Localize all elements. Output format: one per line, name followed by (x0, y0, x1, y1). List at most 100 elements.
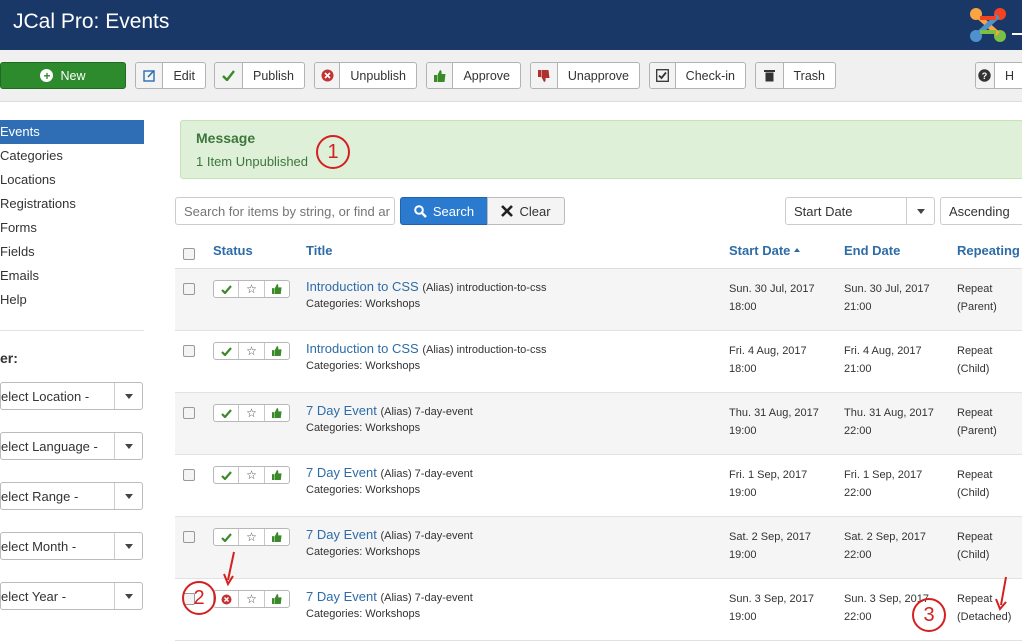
publish-toggle[interactable] (214, 343, 240, 359)
sidebar-item-registrations[interactable]: Registrations (0, 192, 144, 216)
range-filter-value: elect Range - (1, 489, 79, 504)
row-checkbox[interactable] (183, 469, 195, 481)
range-filter[interactable]: elect Range - (0, 482, 143, 510)
publish-label: Publish (253, 68, 294, 83)
end-date-column-header[interactable]: End Date (844, 243, 900, 258)
row-checkbox[interactable] (183, 283, 195, 295)
sort-field-select[interactable]: Start Date (785, 197, 935, 225)
featured-toggle[interactable]: ☆ (239, 343, 265, 359)
publish-toggle[interactable] (214, 405, 240, 421)
month-filter[interactable]: elect Month - (0, 532, 143, 560)
sidebar-item-events[interactable]: Events (0, 120, 144, 144)
approve-toggle[interactable] (265, 591, 289, 607)
repeat-label: Repeat (957, 407, 993, 419)
event-title-link[interactable]: 7 Day Event (306, 403, 377, 418)
select-all-checkbox[interactable] (183, 248, 195, 260)
event-title-link[interactable]: Introduction to CSS (306, 279, 419, 294)
row-checkbox[interactable] (183, 407, 195, 419)
chevron-down-icon (114, 483, 142, 509)
language-filter[interactable]: elect Language - (0, 432, 143, 460)
sidebar-divider (0, 330, 144, 331)
edit-button[interactable]: Edit (135, 62, 206, 89)
approve-button[interactable]: Approve (426, 62, 521, 89)
unapprove-button[interactable]: Unapprove (530, 62, 640, 89)
approve-toggle[interactable] (265, 281, 289, 297)
start-date: Sat. 2 Sep, 2017 (729, 531, 811, 543)
unpublish-label: Unpublish (350, 68, 406, 83)
table-row: ☆ Introduction to CSS (Alias) introductio… (175, 269, 1022, 331)
sidebar-item-help[interactable]: Help (0, 288, 144, 312)
approve-toggle[interactable] (265, 405, 289, 421)
thumbs-up-icon (271, 408, 282, 418)
title-column-header[interactable]: Title (306, 243, 333, 258)
end-date: Sat. 2 Sep, 2017 (844, 531, 926, 543)
approve-toggle[interactable] (265, 529, 289, 545)
sort-asc-icon (794, 248, 801, 252)
repeating-cell: Repeat (Parent) (957, 404, 997, 440)
annotation-arrow-3-icon (995, 576, 1007, 611)
sidebar-item-locations[interactable]: Locations (0, 168, 144, 192)
row-checkbox[interactable] (183, 345, 195, 357)
event-title-link[interactable]: 7 Day Event (306, 465, 377, 480)
annotation-marker-3: 3 (912, 598, 946, 632)
start-time: 19:00 (729, 425, 757, 437)
trash-button[interactable]: Trash (755, 62, 836, 89)
row-checkbox[interactable] (183, 531, 195, 543)
event-title-link[interactable]: 7 Day Event (306, 589, 377, 604)
featured-toggle[interactable]: ☆ (239, 281, 265, 297)
table-row: ☆ 7 Day Event (Alias) 7-day-event Categori… (175, 517, 1022, 579)
event-title-link[interactable]: Introduction to CSS (306, 341, 419, 356)
help-button[interactable]: ? H (975, 62, 1022, 89)
event-category: Categories: Workshops (306, 298, 421, 310)
system-message: Message 1 Item Unpublished (180, 120, 1022, 179)
sidebar-item-emails[interactable]: Emails (0, 264, 144, 288)
event-category: Categories: Workshops (306, 546, 421, 558)
featured-toggle[interactable]: ☆ (239, 591, 265, 607)
published-check-icon (220, 532, 232, 542)
repeating-cell: Repeat (Parent) (957, 280, 997, 316)
repeat-label: Repeat (957, 345, 993, 357)
unapprove-label: Unapprove (567, 68, 629, 83)
sidebar-item-categories[interactable]: Categories (0, 144, 144, 168)
sort-direction-select[interactable]: Ascending (940, 197, 1022, 225)
start-date: Fri. 4 Aug, 2017 (729, 345, 807, 357)
featured-toggle[interactable]: ☆ (239, 467, 265, 483)
year-filter[interactable]: elect Year - (0, 582, 143, 610)
search-button[interactable]: Search (400, 197, 488, 225)
event-alias: (Alias) introduction-to-css (422, 344, 547, 356)
check-in-button[interactable]: Check-in (649, 62, 746, 89)
approve-toggle[interactable] (265, 343, 289, 359)
end-date-cell: Sun. 30 Jul, 2017 21:00 (844, 280, 930, 316)
repeat-label: Repeat (957, 469, 993, 481)
event-title-link[interactable]: 7 Day Event (306, 527, 377, 542)
table-row: ☆ 7 Day Event (Alias) 7-day-event Categori… (175, 455, 1022, 517)
search-input[interactable] (175, 197, 395, 225)
published-check-icon (220, 346, 232, 356)
start-date-column-header[interactable]: Start Date (729, 243, 801, 258)
unpublish-button[interactable]: Unpublish (314, 62, 417, 89)
end-time: 22:00 (844, 487, 872, 499)
publish-toggle[interactable] (214, 467, 240, 483)
publish-button[interactable]: Publish (214, 62, 305, 89)
publish-toggle[interactable] (214, 591, 240, 607)
checkbox-icon (650, 63, 676, 88)
featured-toggle[interactable]: ☆ (239, 529, 265, 545)
publish-toggle[interactable] (214, 529, 240, 545)
repeating-column-header[interactable]: Repeating (957, 243, 1020, 258)
sidebar-item-forms[interactable]: Forms (0, 216, 144, 240)
sidebar-item-fields[interactable]: Fields (0, 240, 144, 264)
end-time: 22:00 (844, 549, 872, 561)
approve-toggle[interactable] (265, 467, 289, 483)
thumbs-up-icon (271, 346, 282, 356)
clear-button[interactable]: Clear (487, 197, 565, 225)
location-filter[interactable]: elect Location - (0, 382, 143, 410)
new-button[interactable]: + New (0, 62, 126, 89)
start-date-cell: Sun. 30 Jul, 2017 18:00 (729, 280, 815, 316)
table-row: ☆ 7 Day Event (Alias) 7-day-event Categori… (175, 393, 1022, 455)
publish-toggle[interactable] (214, 281, 240, 297)
chevron-down-icon (114, 433, 142, 459)
status-button-group: ☆ (213, 528, 290, 546)
event-title-cell: 7 Day Event (Alias) 7-day-event (306, 589, 473, 604)
status-column-header[interactable]: Status (213, 243, 253, 258)
featured-toggle[interactable]: ☆ (239, 405, 265, 421)
